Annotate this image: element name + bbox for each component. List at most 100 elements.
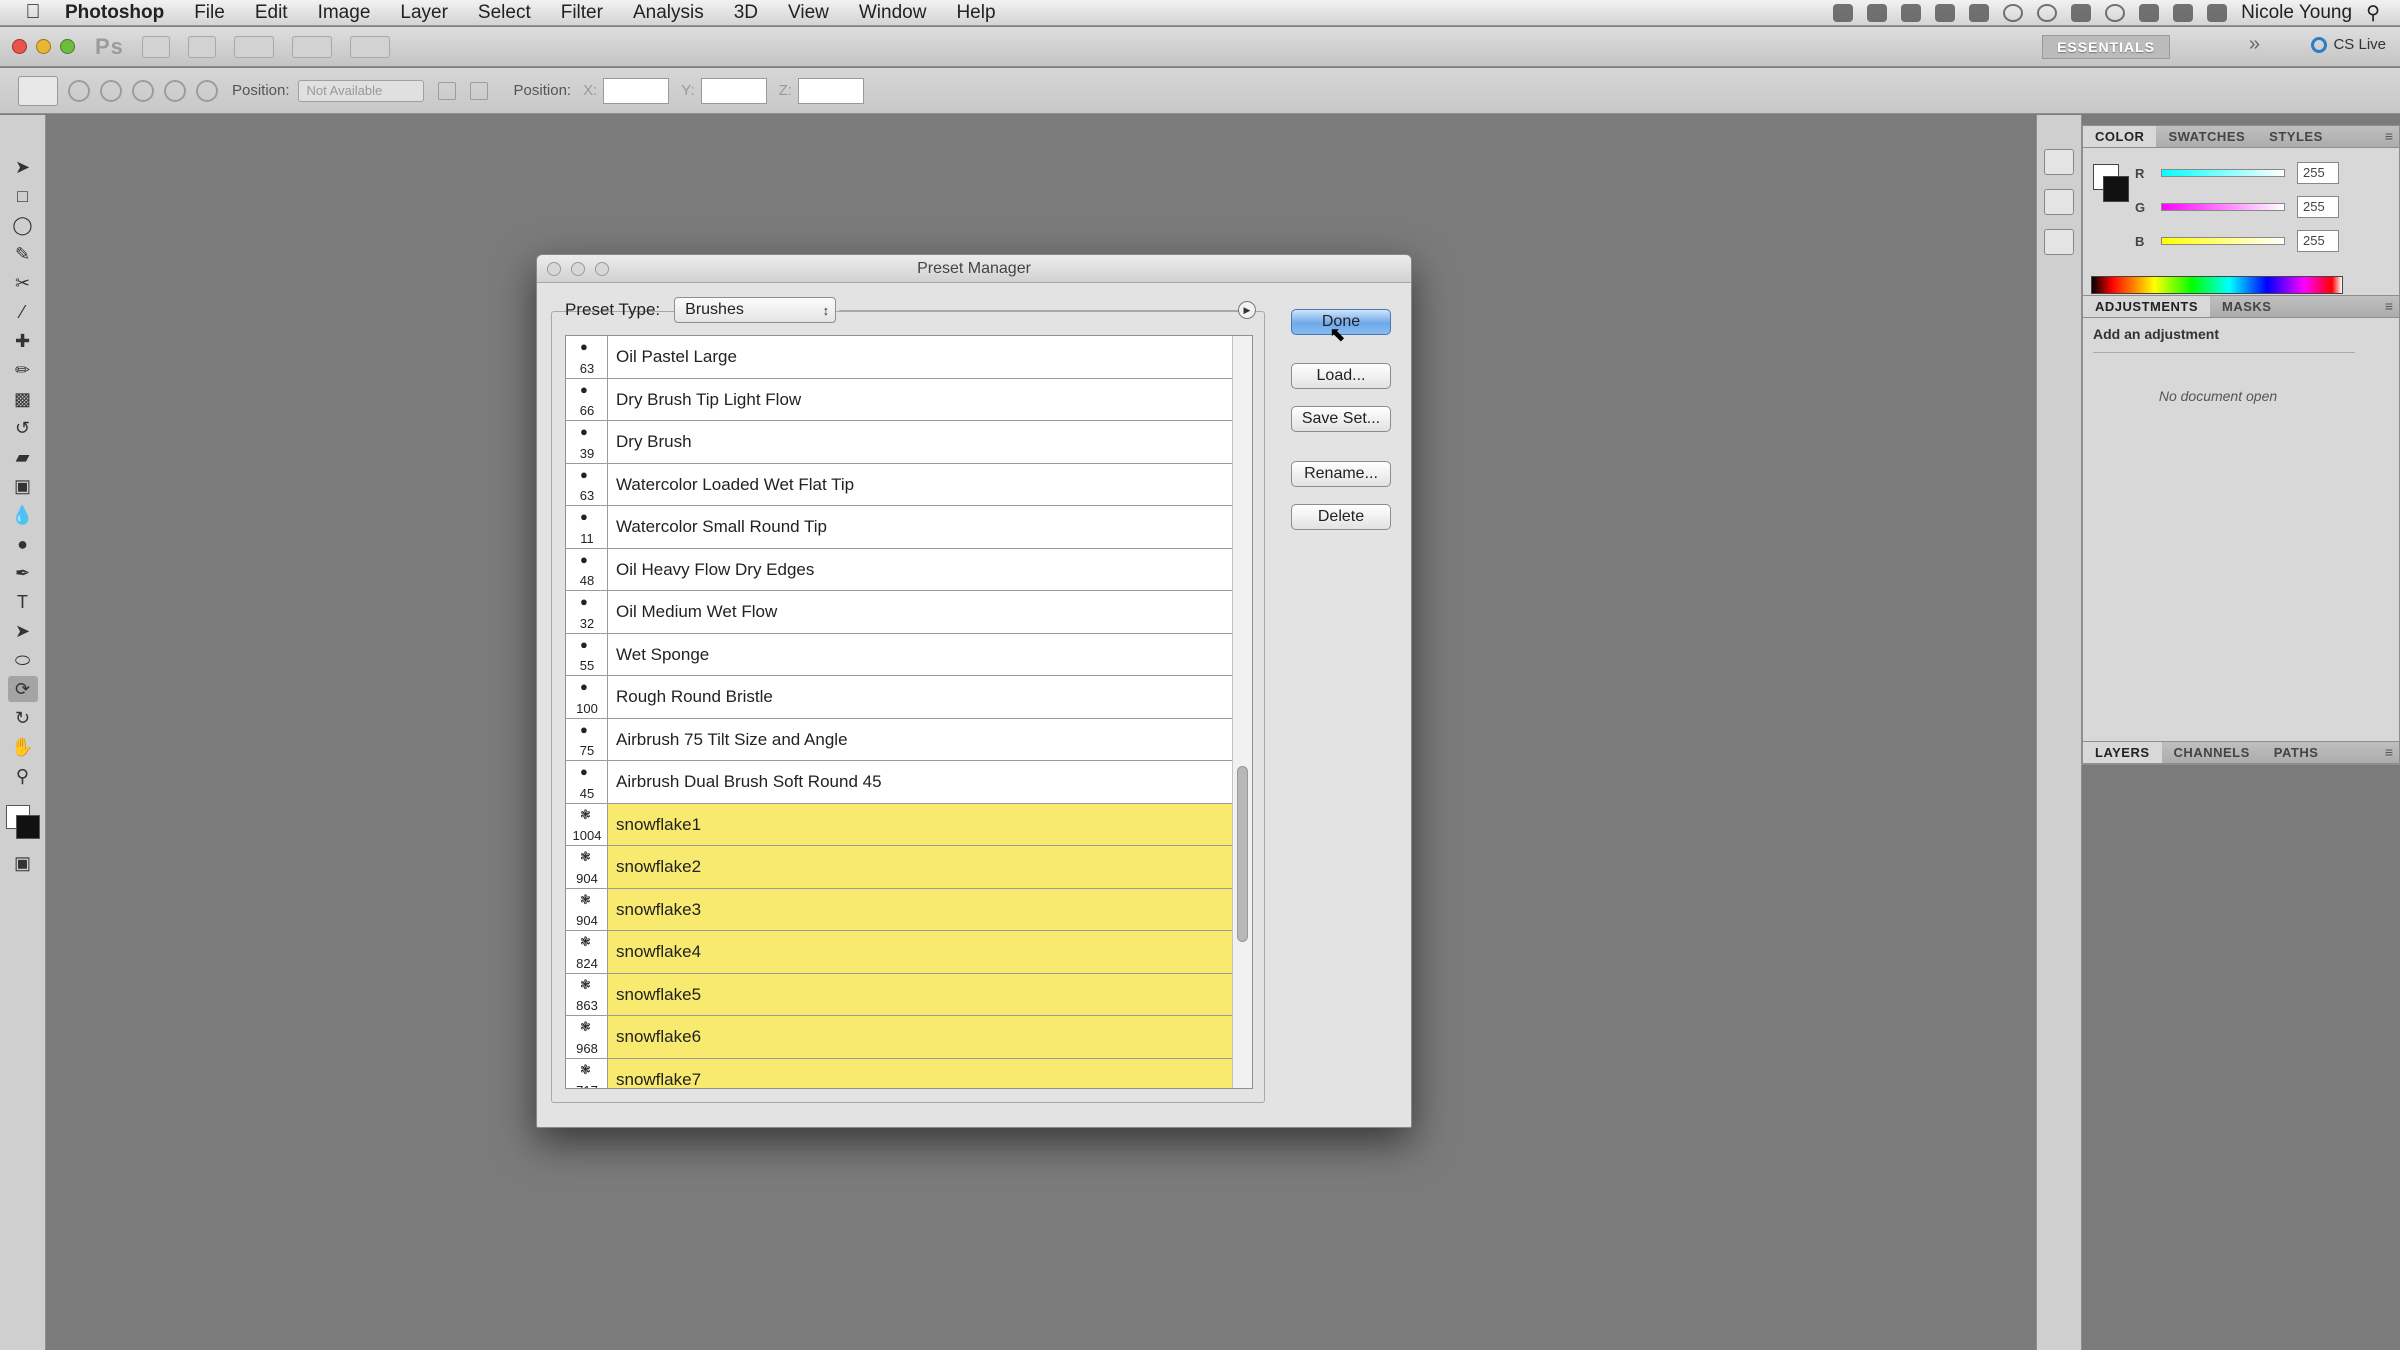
menu-view[interactable]: View (773, 2, 844, 24)
y-field[interactable] (700, 77, 767, 104)
spotlight-search-icon[interactable]: ⚲ (2366, 2, 2380, 25)
b-slider[interactable] (2161, 237, 2285, 245)
user-name[interactable]: Nicole Young (2241, 2, 2352, 24)
3d-slide-icon[interactable] (164, 79, 186, 102)
histogram-panel-icon[interactable] (2044, 149, 2074, 175)
list-item[interactable]: ● 55 Wet Sponge (566, 633, 1252, 676)
actions-panel-icon[interactable] (2044, 229, 2074, 255)
dialog-minimize-button[interactable] (571, 262, 585, 276)
list-item[interactable]: ● 32 Oil Medium Wet Flow (566, 591, 1252, 634)
background-color-swatch[interactable] (16, 815, 40, 839)
list-item[interactable]: ❃ 968 snowflake6 (566, 1016, 1252, 1059)
list-item[interactable]: ❃ 717 snowflake7 (566, 1058, 1252, 1088)
list-item[interactable]: ❃ 904 snowflake2 (566, 846, 1252, 889)
calendar-icon[interactable] (1969, 4, 1990, 22)
display-icon[interactable] (2071, 4, 2092, 22)
tab-masks[interactable]: MASKS (2210, 296, 2283, 317)
r-value-field[interactable]: 255 (2297, 162, 2339, 184)
tool-preset-picker[interactable] (18, 75, 58, 106)
refresh-icon[interactable] (2037, 4, 2058, 22)
brush-tool-icon[interactable]: ✏ (8, 357, 38, 383)
move-tool-icon[interactable]: ➤ (8, 154, 38, 180)
list-item[interactable]: ❃ 904 snowflake3 (566, 888, 1252, 931)
gradient-tool-icon[interactable]: ▣ (8, 473, 38, 499)
tab-adjustments[interactable]: ADJUSTMENTS (2083, 296, 2211, 317)
eyedropper-tool-icon[interactable]: ⁄ (8, 299, 38, 325)
save-set-button[interactable]: Save Set... (1291, 406, 1391, 432)
close-window-button[interactable] (12, 39, 27, 54)
zoom-tool-icon[interactable]: ⚲ (8, 763, 38, 789)
view-extras-button[interactable] (233, 35, 274, 58)
launch-mini-bridge-button[interactable] (187, 35, 216, 58)
save-position-icon[interactable] (437, 81, 456, 100)
z-field[interactable] (797, 77, 864, 104)
list-item[interactable]: ● 75 Airbrush 75 Tilt Size and Angle (566, 718, 1252, 761)
load-button[interactable]: Load... (1291, 363, 1391, 389)
dialog-zoom-button[interactable] (595, 262, 609, 276)
preset-type-select[interactable]: Brushes ↕ (674, 297, 837, 323)
apple-menu-icon[interactable]:  (16, 1, 50, 24)
menu-app-photoshop[interactable]: Photoshop (50, 2, 179, 24)
more-workspaces-icon[interactable]: » (2249, 33, 2260, 56)
list-item[interactable]: ● 63 Watercolor Loaded Wet Flat Tip (566, 463, 1252, 506)
list-item[interactable]: ● 11 Watercolor Small Round Tip (566, 506, 1252, 549)
marquee-tool-icon[interactable]: □ (8, 183, 38, 209)
menu-image[interactable]: Image (303, 2, 386, 24)
minimize-window-button[interactable] (36, 39, 51, 54)
3d-rotate-tool-icon[interactable]: ⟳ (7, 676, 38, 702)
time-machine-icon[interactable] (2105, 4, 2126, 22)
tab-paths[interactable]: PATHS (2262, 742, 2331, 763)
color-spectrum-ramp[interactable] (2091, 276, 2343, 294)
menu-layer[interactable]: Layer (385, 2, 463, 24)
launch-bridge-button[interactable] (141, 35, 170, 58)
tab-swatches[interactable]: SWATCHES (2156, 126, 2257, 147)
panel-menu-icon[interactable]: ≡ (2385, 742, 2393, 763)
healing-brush-tool-icon[interactable]: ✚ (8, 328, 38, 354)
cs-live-button[interactable]: CS Live (2311, 36, 2386, 53)
list-item[interactable]: ● 100 Rough Round Bristle (566, 676, 1252, 719)
type-tool-icon[interactable]: T (8, 589, 38, 615)
quick-mask-icon[interactable]: ▣ (8, 850, 38, 876)
menu-analysis[interactable]: Analysis (618, 2, 719, 24)
menu-select[interactable]: Select (463, 2, 546, 24)
path-selection-tool-icon[interactable]: ➤ (8, 618, 38, 644)
history-panel-icon[interactable] (2044, 189, 2074, 215)
panel-menu-icon[interactable]: ≡ (2385, 126, 2393, 147)
list-item[interactable]: ● 39 Dry Brush (566, 421, 1252, 464)
3d-rotate-icon[interactable] (68, 79, 90, 102)
chat-icon[interactable] (2003, 4, 2024, 22)
quick-select-tool-icon[interactable]: ✎ (8, 241, 38, 267)
menu-filter[interactable]: Filter (546, 2, 618, 24)
3d-pan-icon[interactable] (132, 79, 154, 102)
tab-styles[interactable]: STYLES (2257, 126, 2335, 147)
list-item[interactable]: ❃ 863 snowflake5 (566, 973, 1252, 1016)
list-item[interactable]: ● 63 Oil Pastel Large (566, 336, 1252, 379)
list-item[interactable]: ❃ 1004 snowflake1 (566, 803, 1252, 846)
delete-button[interactable]: Delete (1291, 504, 1391, 530)
sync-icon[interactable] (1867, 4, 1888, 22)
tab-color[interactable]: COLOR (2083, 126, 2157, 147)
color-panel-background[interactable] (2103, 176, 2129, 202)
history-brush-tool-icon[interactable]: ↺ (8, 415, 38, 441)
dodge-tool-icon[interactable]: ● (8, 531, 38, 557)
scrollbar-thumb[interactable] (1237, 766, 1248, 942)
position-select[interactable]: Not Available (297, 79, 424, 102)
document-icon[interactable] (1935, 4, 1956, 22)
crop-tool-icon[interactable]: ✂ (8, 270, 38, 296)
menu-window[interactable]: Window (844, 2, 942, 24)
tab-channels[interactable]: CHANNELS (2162, 742, 2262, 763)
menu-3d[interactable]: 3D (719, 2, 773, 24)
tab-layers[interactable]: LAYERS (2083, 742, 2162, 763)
screen-mode-button[interactable] (349, 35, 390, 58)
hand-tool-icon[interactable]: ✋ (8, 734, 38, 760)
b-value-field[interactable]: 255 (2297, 230, 2339, 252)
shape-tool-icon[interactable]: ⬭ (8, 647, 38, 673)
dialog-close-button[interactable] (547, 262, 561, 276)
preset-list-scrollbar[interactable] (1232, 336, 1252, 1088)
flyout-menu-icon[interactable]: ▶ (1238, 301, 1256, 319)
menu-edit[interactable]: Edit (240, 2, 303, 24)
rename-button[interactable]: Rename... (1291, 461, 1391, 487)
evernote-icon[interactable] (1833, 4, 1854, 22)
list-item[interactable]: ● 66 Dry Brush Tip Light Flow (566, 378, 1252, 421)
list-item[interactable]: ● 45 Airbrush Dual Brush Soft Round 45 (566, 761, 1252, 804)
